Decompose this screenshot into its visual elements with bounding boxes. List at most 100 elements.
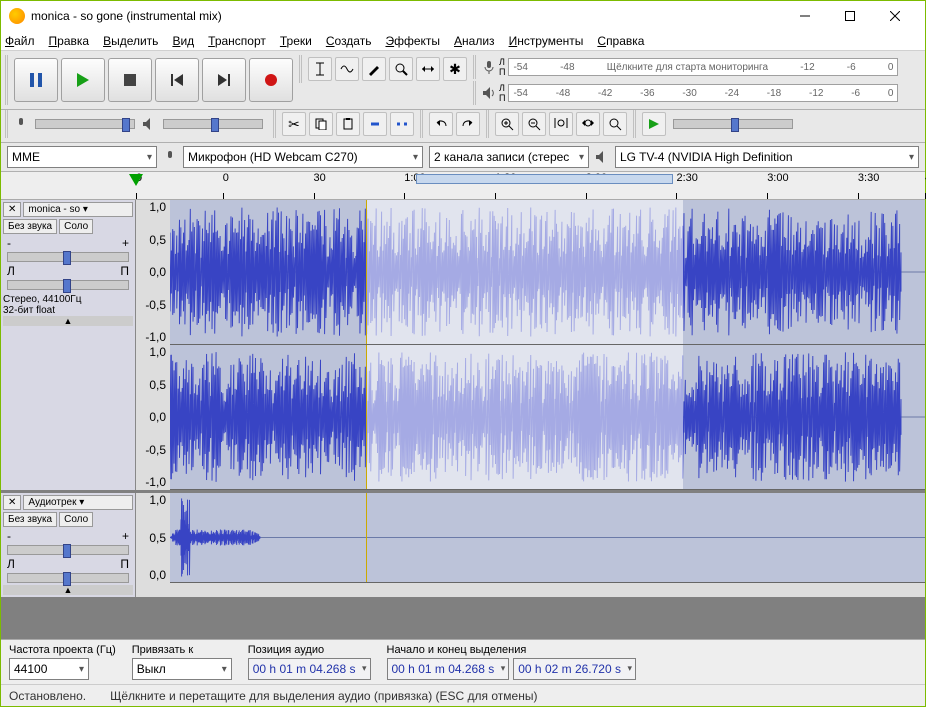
playhead-marker[interactable] <box>129 174 143 186</box>
timeline-ruler[interactable]: 00301:001:302:002:303:003:304:00 <box>1 172 925 200</box>
toolbar-area-2: ✂ <box>1 110 925 143</box>
play-at-speed-button[interactable] <box>642 112 666 136</box>
track-collapse-button[interactable]: ▲ <box>3 585 133 595</box>
edit-cursor <box>366 200 367 344</box>
edit-cursor <box>366 345 367 489</box>
menu-транспорт[interactable]: Транспорт <box>208 34 266 48</box>
track-menu-button[interactable]: Аудиотрек ▾ <box>23 495 133 510</box>
skip-end-button[interactable] <box>202 58 246 102</box>
selection-label: Начало и конец выделения <box>387 644 637 656</box>
track-format2: 32-бит float <box>3 305 133 316</box>
envelope-tool[interactable] <box>335 57 359 81</box>
play-volume-slider[interactable] <box>163 119 263 129</box>
fit-project-button[interactable] <box>576 112 600 136</box>
recording-device-combo[interactable]: Микрофон (HD Webcam C270) <box>183 146 423 168</box>
track-collapse-button[interactable]: ▲ <box>3 316 133 326</box>
solo-button[interactable]: Соло <box>59 219 93 234</box>
trim-button[interactable] <box>363 112 387 136</box>
track-close-button[interactable]: ✕ <box>3 495 21 510</box>
copy-button[interactable] <box>309 112 333 136</box>
menu-треки[interactable]: Треки <box>280 34 312 48</box>
track-control-panel[interactable]: ✕monica - so ▾Без звукаСоло-+ЛПСтерео, 4… <box>1 200 136 490</box>
rec-volume-slider[interactable] <box>35 119 135 129</box>
project-rate-label: Частота проекта (Гц) <box>9 644 116 656</box>
selection-toolbar: Частота проекта (Гц) 44100 Привязать к В… <box>1 639 925 684</box>
zoom-in-button[interactable] <box>495 112 519 136</box>
playback-speed-slider[interactable] <box>673 119 793 129</box>
playback-device-combo[interactable]: LG TV-4 (NVIDIA High Definition <box>615 146 919 168</box>
fit-selection-button[interactable] <box>549 112 573 136</box>
menu-инструменты[interactable]: Инструменты <box>509 34 584 48</box>
snap-to-label: Привязать к <box>132 644 232 656</box>
gain-slider[interactable] <box>7 545 129 555</box>
menu-эффекты[interactable]: Эффекты <box>385 34 440 48</box>
playback-meter[interactable]: -54-48-42-36-30-24-18-12-60 <box>508 84 898 102</box>
mute-button[interactable]: Без звука <box>3 219 57 234</box>
multi-tool[interactable]: ✱ <box>443 57 467 81</box>
timeshift-tool[interactable] <box>416 57 440 81</box>
menu-файл[interactable]: Файл <box>5 34 35 48</box>
selection-tool[interactable] <box>308 57 332 81</box>
silence-button[interactable] <box>390 112 414 136</box>
vertical-scale[interactable]: 1,00,50,0-0,5-1,0 <box>136 200 168 344</box>
pan-slider[interactable] <box>7 280 129 290</box>
menu-создать[interactable]: Создать <box>326 34 372 48</box>
mute-button[interactable]: Без звука <box>3 512 57 527</box>
audio-host-combo[interactable]: MME <box>7 146 157 168</box>
zoom-tool[interactable] <box>389 57 413 81</box>
minimize-button[interactable] <box>782 1 827 31</box>
menu-справка[interactable]: Справка <box>597 34 644 48</box>
track-format: Стерео, 44100Гц <box>3 294 133 305</box>
close-button[interactable] <box>872 1 917 31</box>
selection-region[interactable] <box>366 345 683 489</box>
undo-toolbar <box>420 110 482 138</box>
undo-button[interactable] <box>429 112 453 136</box>
track-menu-button[interactable]: monica - so ▾ <box>23 202 133 217</box>
recording-channels-combo[interactable]: 2 канала записи (стерес <box>429 146 589 168</box>
device-toolbar: MME Микрофон (HD Webcam C270) 2 канала з… <box>1 143 925 172</box>
solo-button[interactable]: Соло <box>59 512 93 527</box>
timeline-tick: 3:30 <box>858 172 879 193</box>
zoom-out-button[interactable] <box>522 112 546 136</box>
play-button[interactable] <box>61 58 105 102</box>
recording-meter[interactable]: -54-48Щёлкните для старта мониторинга-12… <box>508 58 898 76</box>
menu-анализ[interactable]: Анализ <box>454 34 495 48</box>
menu-вид[interactable]: Вид <box>172 34 194 48</box>
track-control-panel[interactable]: ✕Аудиотрек ▾Без звукаСоло-+ЛП▲ <box>1 493 136 597</box>
speaker-icon <box>142 117 156 131</box>
menu-правка[interactable]: Правка <box>49 34 90 48</box>
mic-icon <box>482 60 496 74</box>
transport-toolbar <box>5 55 295 105</box>
pan-slider[interactable] <box>7 573 129 583</box>
waveform-area[interactable]: 1,00,50,0-0,5-1,01,00,50,0-0,5-1,0 <box>170 200 925 490</box>
snap-to-combo[interactable]: Выкл <box>132 658 232 680</box>
mixer-toolbar <box>5 110 269 138</box>
maximize-button[interactable] <box>827 1 872 31</box>
menu-bar: Файл Правка Выделить Вид Транспорт Треки Созда… <box>1 31 925 51</box>
record-button[interactable] <box>249 58 293 102</box>
edit-toolbar: ✂ <box>273 110 416 138</box>
menu-выделить[interactable]: Выделить <box>103 34 158 48</box>
selection-end-field[interactable]: 00 h 02 m 26.720 s <box>513 658 636 680</box>
playatspeed-toolbar <box>633 110 799 138</box>
selection-region[interactable] <box>366 200 683 344</box>
tools-toolbar: ✱ <box>299 55 469 83</box>
selection-start-field[interactable]: 00 h 01 m 04.268 s <box>387 658 510 680</box>
waveform-area[interactable]: 1,00,50,0 <box>170 493 925 583</box>
cut-button[interactable]: ✂ <box>282 112 306 136</box>
zoom-toolbar <box>486 110 629 138</box>
vertical-scale[interactable]: 1,00,50,0-0,5-1,0 <box>136 345 168 489</box>
stop-button[interactable] <box>108 58 152 102</box>
loop-region[interactable] <box>416 174 672 184</box>
project-rate-combo[interactable]: 44100 <box>9 658 89 680</box>
track-close-button[interactable]: ✕ <box>3 202 21 217</box>
skip-start-button[interactable] <box>155 58 199 102</box>
redo-button[interactable] <box>456 112 480 136</box>
zoom-toggle-button[interactable] <box>603 112 627 136</box>
gain-slider[interactable] <box>7 252 129 262</box>
paste-button[interactable] <box>336 112 360 136</box>
pause-button[interactable] <box>14 58 58 102</box>
vertical-scale[interactable]: 1,00,50,0 <box>136 493 168 582</box>
audio-position-field[interactable]: 00 h 01 m 04.268 s <box>248 658 371 680</box>
draw-tool[interactable] <box>362 57 386 81</box>
